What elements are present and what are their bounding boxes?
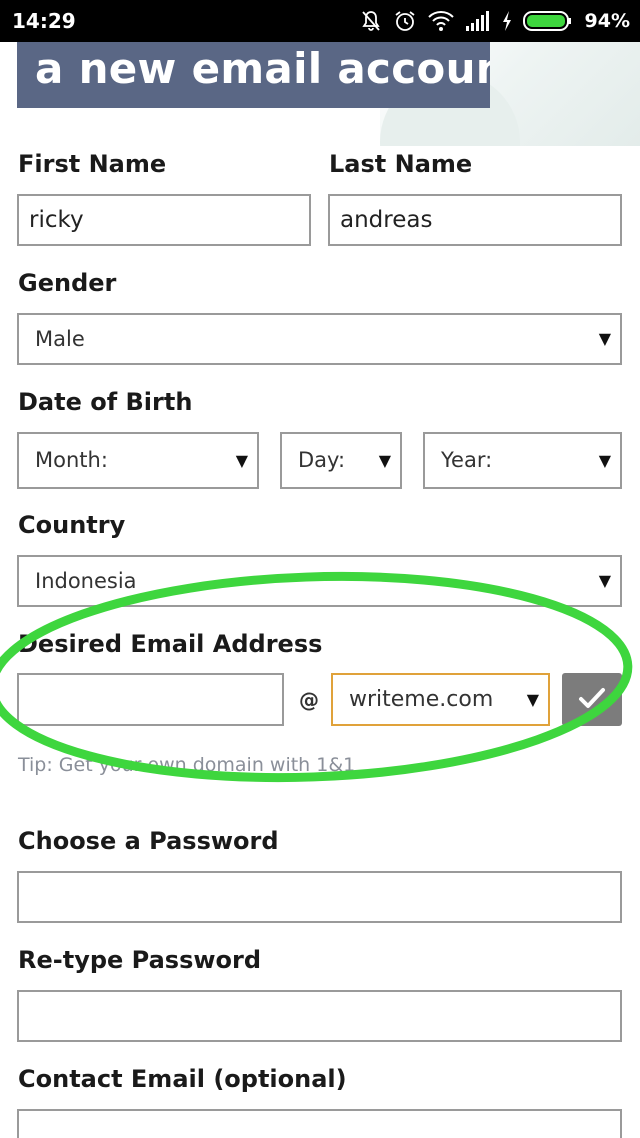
country-value: Indonesia: [35, 569, 137, 593]
dob-day-value: Day:: [298, 448, 346, 472]
page-title: a new email account: [17, 42, 490, 108]
dob-month-select[interactable]: Month: ▼: [17, 432, 259, 489]
retype-password-label: Re-type Password: [18, 946, 262, 974]
check-availability-button[interactable]: [562, 673, 622, 726]
first-name-field[interactable]: ricky: [17, 194, 311, 246]
alarm-icon: [393, 9, 417, 33]
email-domain-select[interactable]: writeme.com ▼: [331, 673, 550, 726]
dob-month-value: Month:: [35, 448, 108, 472]
status-bar: 14:29 94%: [0, 0, 640, 42]
dob-year-value: Year:: [441, 448, 493, 472]
contact-email-field[interactable]: [17, 1109, 622, 1138]
last-name-label: Last Name: [329, 150, 473, 178]
checkmark-icon: [578, 686, 606, 714]
country-label: Country: [18, 511, 126, 539]
dob-day-select[interactable]: Day: ▼: [280, 432, 402, 489]
battery-percent: 94%: [584, 10, 630, 32]
dropdown-arrow-icon: ▼: [235, 451, 248, 470]
dropdown-arrow-icon: ▼: [598, 329, 611, 348]
last-name-field[interactable]: andreas: [328, 194, 622, 246]
wifi-icon: [427, 9, 455, 33]
dropdown-arrow-icon: ▼: [378, 451, 391, 470]
charging-icon: [501, 10, 513, 32]
dropdown-arrow-icon: ▼: [598, 571, 611, 590]
email-domain-value: writeme.com: [349, 687, 494, 712]
status-time: 14:29: [12, 9, 76, 33]
first-name-label: First Name: [18, 150, 167, 178]
email-username-field[interactable]: [17, 673, 284, 726]
domain-tip: Tip: Get your own domain with 1&1: [18, 754, 356, 776]
contact-email-label: Contact Email (optional): [18, 1065, 347, 1093]
dob-year-select[interactable]: Year: ▼: [423, 432, 622, 489]
battery-icon: [522, 10, 573, 32]
gender-select[interactable]: Male ▼: [17, 313, 622, 365]
password-label: Choose a Password: [18, 827, 279, 855]
gender-value: Male: [35, 327, 85, 351]
password-field[interactable]: [17, 871, 622, 923]
dropdown-arrow-icon: ▼: [598, 451, 611, 470]
dropdown-arrow-icon: ▼: [526, 690, 539, 709]
country-select[interactable]: Indonesia ▼: [17, 555, 622, 607]
retype-password-field[interactable]: [17, 990, 622, 1042]
dob-label: Date of Birth: [18, 388, 193, 416]
email-address-label: Desired Email Address: [18, 630, 323, 658]
at-sign: @: [299, 688, 319, 712]
notifications-off-icon: [359, 9, 383, 33]
gender-label: Gender: [18, 269, 117, 297]
status-icons: 94%: [359, 7, 630, 35]
signal-icon: [465, 10, 491, 32]
